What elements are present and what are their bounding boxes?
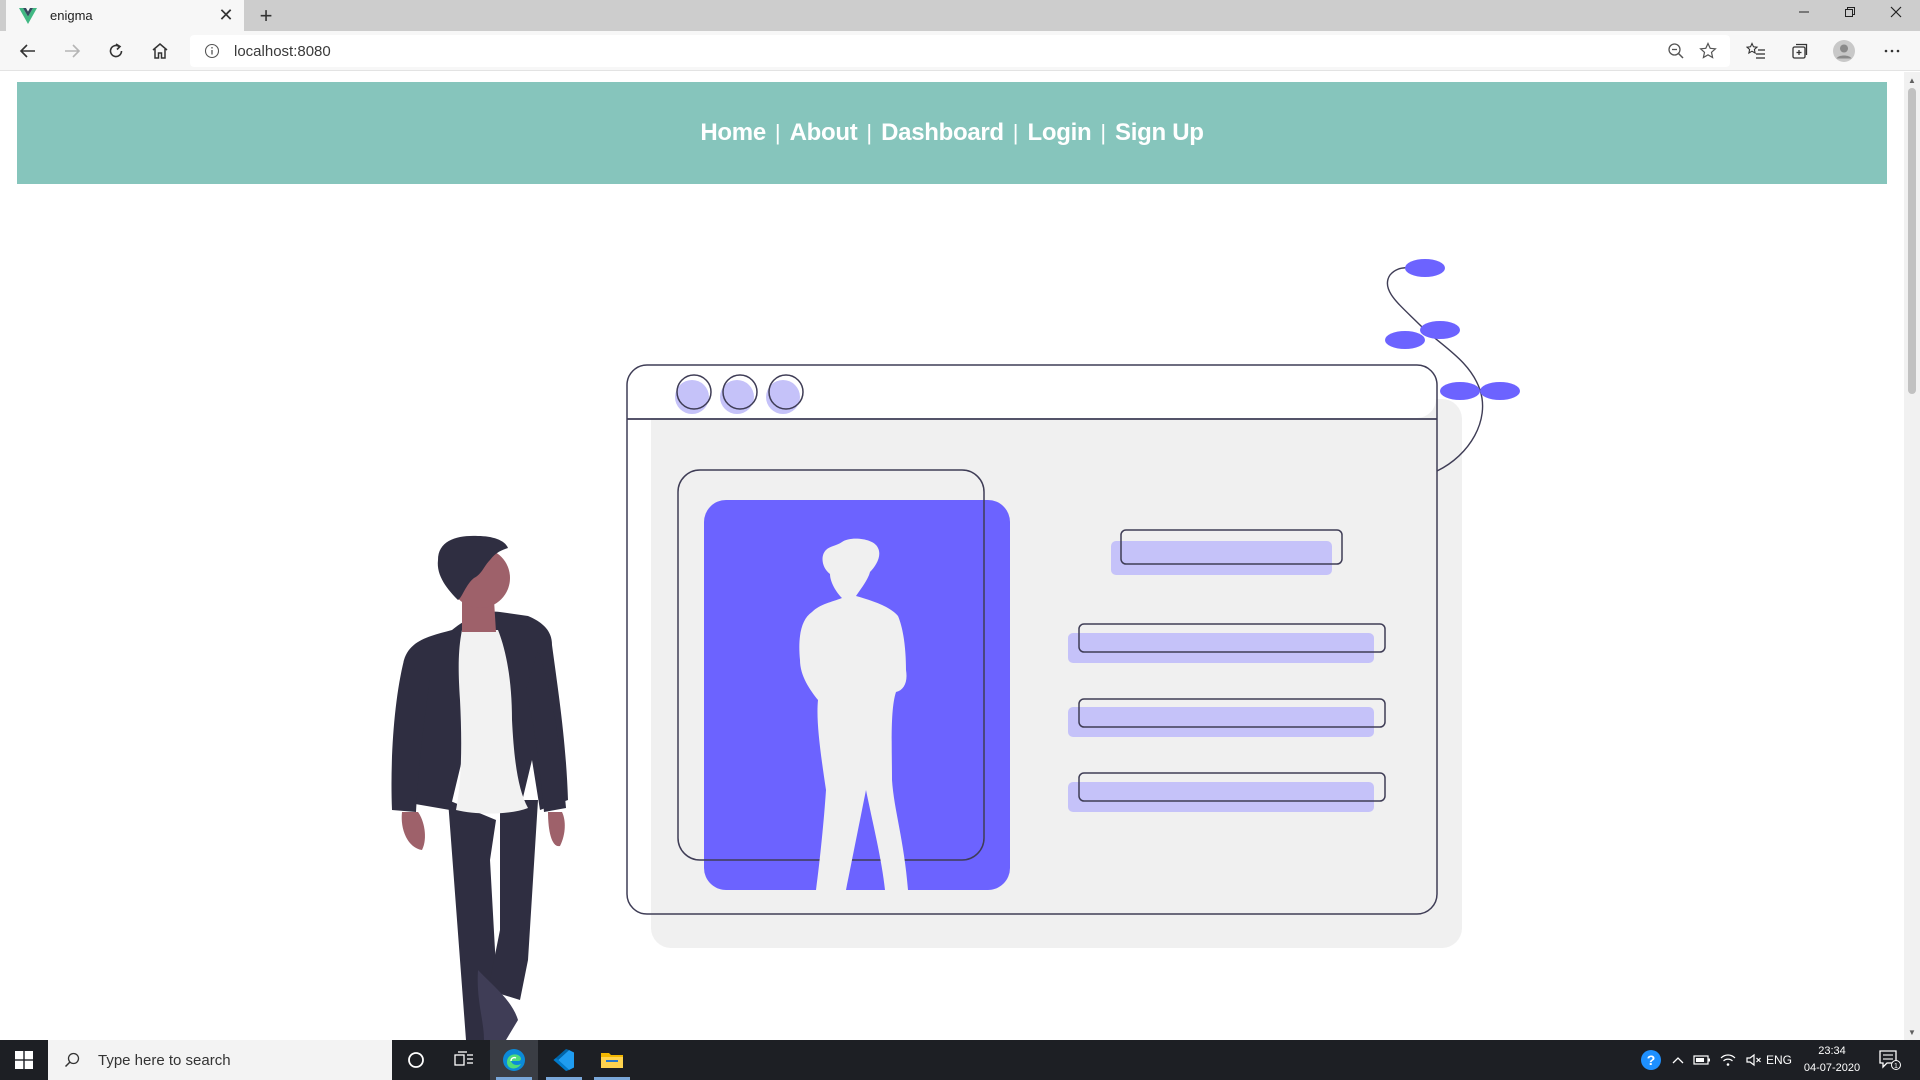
folder-icon (601, 1053, 623, 1068)
vscode-taskbar-app[interactable] (540, 1040, 588, 1080)
notification-center-button[interactable]: 1 (1870, 1040, 1910, 1080)
home-button[interactable] (144, 35, 176, 67)
tab-bar: enigma ✕ + (0, 0, 1920, 31)
refresh-button[interactable] (100, 35, 132, 67)
edge-taskbar-app[interactable] (490, 1040, 538, 1080)
profile-button[interactable] (1828, 35, 1860, 67)
hero-illustration (391, 259, 1520, 1040)
windows-logo-icon (15, 1051, 33, 1069)
help-icon[interactable]: ? (1636, 1040, 1666, 1080)
refresh-icon (109, 43, 123, 58)
settings-menu-button[interactable] (1876, 35, 1908, 67)
chevron-up-icon[interactable] (1668, 1040, 1688, 1080)
nav-link-home[interactable]: Home (700, 119, 766, 147)
clock-time: 23:34 (1818, 1045, 1846, 1057)
nav-link-login[interactable]: Login (1028, 119, 1092, 147)
vscode-icon (553, 1049, 574, 1071)
search-icon (62, 1050, 82, 1070)
cortana-button[interactable] (392, 1040, 440, 1080)
nav-separator: | (1012, 120, 1019, 145)
nav-separator: | (774, 120, 781, 145)
collections-icon (1792, 43, 1808, 59)
file-explorer-taskbar-app[interactable] (588, 1040, 636, 1080)
notification-badge: 1 (1894, 1063, 1898, 1070)
forward-button[interactable] (56, 35, 88, 67)
taskbar-clock[interactable]: 23:34 04-07-2020 (1800, 1043, 1864, 1077)
cortana-icon (408, 1052, 424, 1068)
restore-button[interactable] (1828, 0, 1872, 24)
favorites-button[interactable] (1740, 35, 1772, 67)
collections-button[interactable] (1784, 35, 1816, 67)
minimize-button[interactable] (1782, 0, 1826, 24)
standing-man-illustration (391, 535, 568, 1040)
zoom-out-icon[interactable] (1660, 35, 1692, 67)
nav-link-dashboard[interactable]: Dashboard (881, 119, 1004, 147)
notification-icon: 1 (1879, 1050, 1901, 1070)
svg-text:?: ? (1647, 1052, 1656, 1068)
favorite-star-icon[interactable] (1692, 35, 1724, 67)
info-icon[interactable] (200, 39, 224, 63)
clock-date: 04-07-2020 (1803, 1062, 1861, 1074)
browser-tab[interactable]: enigma ✕ (6, 0, 244, 31)
home-icon (152, 43, 168, 59)
language-indicator[interactable]: ENG (1764, 1040, 1794, 1080)
new-tab-button[interactable]: + (252, 3, 280, 29)
edge-icon (503, 1049, 525, 1071)
scroll-up-icon[interactable]: ▲ (1904, 72, 1920, 88)
wifi-icon[interactable] (1716, 1040, 1740, 1080)
windows-taskbar: Type here to search ? ENG 23:34 04-07-20… (0, 1040, 1920, 1080)
more-icon (1884, 49, 1900, 53)
page-scrollbar[interactable]: ▲ ▼ (1904, 72, 1920, 1040)
task-view-button[interactable] (440, 1040, 488, 1080)
window-dots-icon (675, 374, 804, 414)
nav-separator: | (866, 120, 873, 145)
back-arrow-icon (19, 44, 35, 58)
address-bar[interactable]: localhost:8080 (190, 35, 1730, 67)
back-button[interactable] (12, 35, 44, 67)
page-viewport: Home | About | Dashboard | Login | Sign … (0, 72, 1904, 1040)
browser-toolbar: localhost:8080 (0, 31, 1920, 71)
nav-separator: | (1100, 120, 1107, 145)
close-window-button[interactable] (1874, 0, 1918, 24)
nav-link-signup[interactable]: Sign Up (1115, 119, 1204, 147)
favorites-list-icon (1746, 42, 1765, 59)
avatar-icon (1833, 40, 1855, 62)
scroll-thumb[interactable] (1908, 88, 1916, 394)
tab-close-icon[interactable]: ✕ (212, 2, 240, 30)
taskbar-search[interactable]: Type here to search (48, 1040, 392, 1080)
search-placeholder[interactable]: Type here to search (98, 1052, 231, 1069)
scroll-down-icon[interactable]: ▼ (1904, 1024, 1920, 1040)
nav-link-about[interactable]: About (790, 119, 858, 147)
tab-title: enigma (50, 8, 93, 23)
volume-muted-icon[interactable] (1742, 1040, 1766, 1080)
url-text[interactable]: localhost:8080 (234, 43, 1660, 60)
task-view-icon (454, 1051, 473, 1066)
vue-logo-icon (18, 6, 38, 26)
battery-icon[interactable] (1690, 1040, 1714, 1080)
top-navbar: Home | About | Dashboard | Login | Sign … (17, 82, 1887, 184)
start-button[interactable] (0, 1040, 48, 1080)
forward-arrow-icon (65, 44, 81, 58)
